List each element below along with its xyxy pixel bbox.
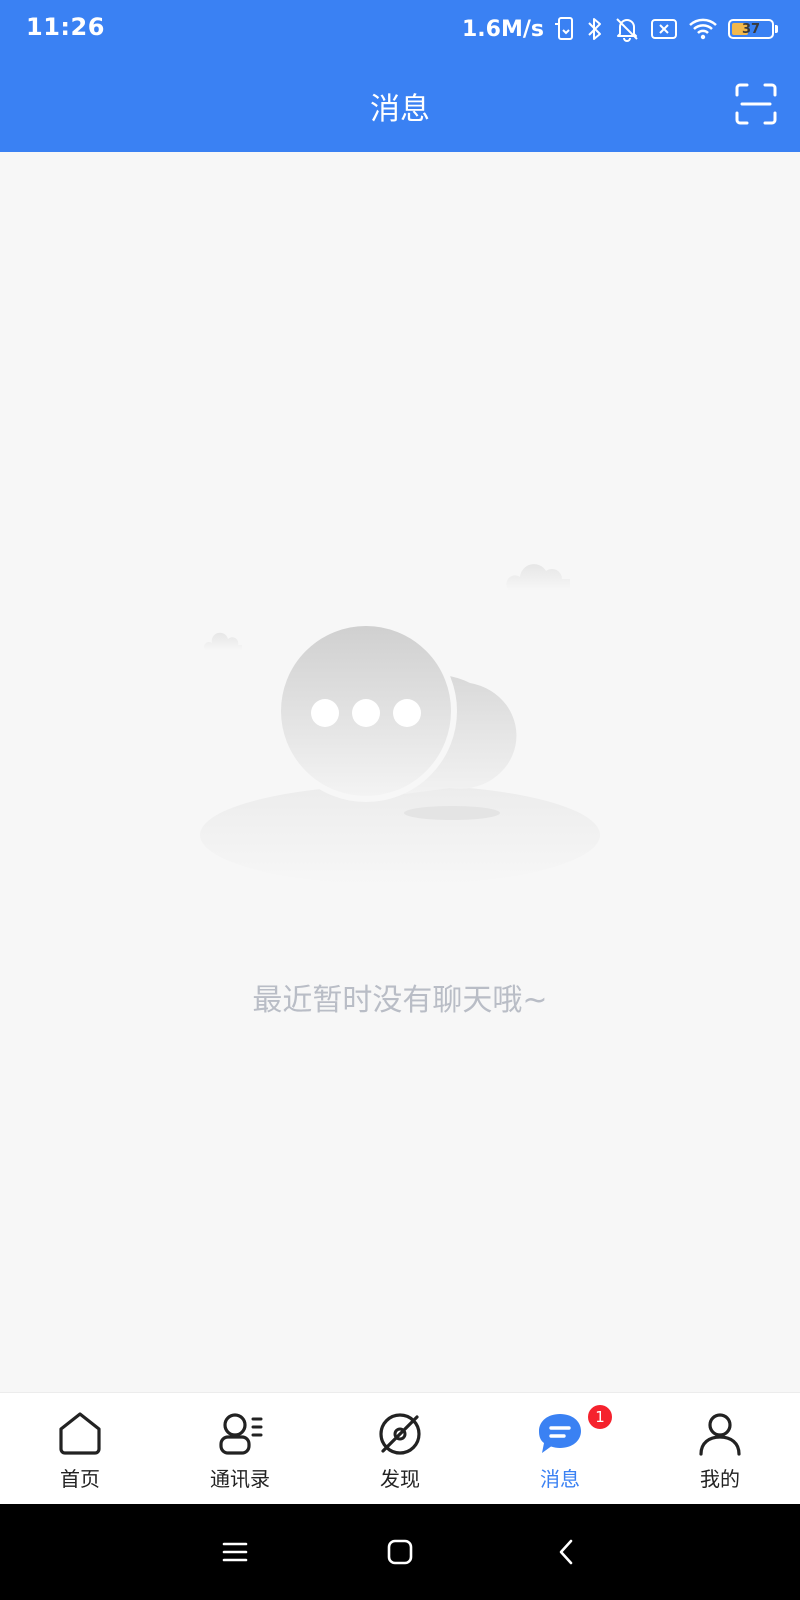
home-icon xyxy=(59,1412,101,1455)
tab-contacts[interactable]: 通讯录 xyxy=(160,1393,320,1505)
menu-button[interactable] xyxy=(220,1537,250,1567)
scan-icon xyxy=(735,83,777,125)
back-icon xyxy=(559,1539,573,1565)
bluetooth-icon xyxy=(586,16,604,42)
battery: 37 xyxy=(728,19,774,39)
status-icons: 1.6M/s 37 xyxy=(462,14,778,44)
wifi-icon xyxy=(688,16,718,42)
discover-icon xyxy=(379,1413,421,1455)
bottom-tab-bar: 首页 通讯录 发现 消息 1 我的 xyxy=(0,1392,800,1505)
battery-icon: 37 xyxy=(728,19,778,39)
tab-label-messages: 消息 xyxy=(540,1467,580,1491)
top-bar: 11:26 1.6M/s 37 消息 xyxy=(0,0,800,152)
messages-screen: 11:26 1.6M/s 37 消息 最近暂时没有聊天哦~ 首页 通讯录 发现 … xyxy=(0,0,800,1600)
status-time: 11:26 xyxy=(26,13,105,41)
battery-tip xyxy=(775,25,778,33)
profile-icon xyxy=(699,1413,741,1456)
status-bar: 11:26 1.6M/s 37 xyxy=(0,0,800,58)
unread-badge: 1 xyxy=(586,1403,614,1431)
tab-home[interactable]: 首页 xyxy=(0,1393,160,1505)
tab-label-profile: 我的 xyxy=(700,1467,740,1491)
tab-messages[interactable]: 消息 1 xyxy=(480,1393,640,1505)
system-nav-bar xyxy=(0,1504,800,1600)
tab-label-home: 首页 xyxy=(60,1467,100,1491)
net-speed: 1.6M/s xyxy=(462,16,544,42)
empty-state-message: 最近暂时没有聊天哦~ xyxy=(252,983,548,1018)
sim-off-icon xyxy=(650,17,678,41)
home-nav-button[interactable] xyxy=(385,1537,415,1567)
tab-discover[interactable]: 发现 xyxy=(320,1393,480,1505)
tab-label-discover: 发现 xyxy=(380,1467,420,1491)
chat-bubbles-illustration xyxy=(190,545,610,905)
back-nav-button[interactable] xyxy=(552,1537,582,1567)
tab-profile[interactable]: 我的 xyxy=(640,1393,800,1505)
tab-label-contacts: 通讯录 xyxy=(210,1467,270,1491)
home-square-icon xyxy=(387,1539,413,1565)
battery-level: 37 xyxy=(741,21,761,37)
mute-bell-icon xyxy=(614,16,640,42)
contacts-icon xyxy=(219,1413,263,1455)
message-icon xyxy=(539,1414,581,1453)
app-header: 消息 xyxy=(0,58,800,152)
menu-icon xyxy=(222,1542,248,1562)
phone-sync-icon xyxy=(554,16,576,42)
scan-button[interactable] xyxy=(734,82,778,126)
page-title: 消息 xyxy=(370,92,430,127)
